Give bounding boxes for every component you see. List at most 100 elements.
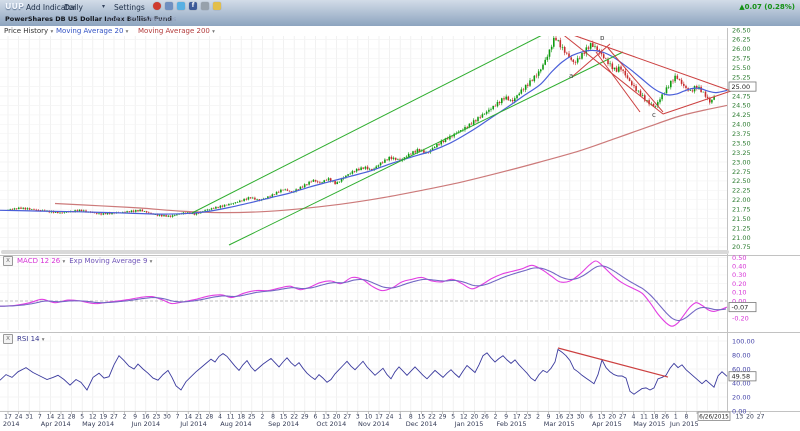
ma200-line [55,105,727,212]
close-macd-button[interactable]: X [3,256,13,266]
caret-down-icon: ▾ [150,259,153,265]
future-week-label: 20 [746,414,754,421]
month-label: Mar 2015 [544,420,575,428]
price-history-dropdown[interactable]: Price History ▾ [4,27,53,35]
month-label: Apr 2014 [41,420,71,428]
ma20-line [0,50,727,214]
month-label: Jun 2014 [130,420,160,428]
symbol-input[interactable]: UUP [5,2,24,11]
week-label: 31 [25,414,33,421]
macd-dropdown[interactable]: MACD 12 26 ▾ [17,257,65,265]
month-label: Dec 2014 [406,420,437,428]
price-tick-label: 25.25 [732,73,751,81]
price-tick-label: 23.75 [732,130,751,138]
caret-down-icon: ▾ [62,259,65,265]
price-tick-label: 22.25 [732,187,751,195]
week-label: 30 [163,414,171,421]
price-tick-label: 26.00 [732,45,751,53]
month-label: Jan 2015 [454,420,484,428]
rsi-line [0,349,727,394]
last-macd-box-text: -0.07 [732,303,749,311]
price-tick-label: 23.50 [732,139,751,147]
mail-icon[interactable] [213,2,221,10]
month-label: 2014 [3,420,20,428]
red-trendline[interactable] [556,29,731,91]
month-label: Jun 2015 [669,420,699,428]
timeframe-select[interactable]: Daily [64,3,83,12]
price-tick-label: 25.50 [732,64,751,72]
month-label: Aug 2014 [220,420,251,428]
macd-panel-header: X MACD 12 26 ▾ Exp Moving Average 9 ▾ [3,256,152,266]
price-tick-label: 22.75 [732,168,751,176]
share-icon[interactable] [165,2,173,10]
series-selector-bar: Price History ▾ Moving Average 20 ▾ Movi… [0,26,727,36]
month-label: May 2014 [82,420,114,428]
red-dot-icon[interactable] [153,2,161,10]
wave-letter-label: c [652,111,656,119]
vertical-gridlines [8,28,718,411]
caret-down-icon: ▾ [50,29,53,35]
week-label: 2 [536,414,540,421]
week-label: 30 [577,414,585,421]
macd-tick-label: 0.30 [732,271,746,279]
price-tick-label: 26.50 [732,26,751,34]
price-tick-label: 20.75 [732,243,751,251]
month-label: Oct 2014 [316,420,346,428]
last-price-box-text: 25.00 [732,83,751,91]
caret-down-icon[interactable]: ▾ [102,3,105,10]
macd-tick-label: 0.50 [732,254,746,262]
camera-icon[interactable] [201,2,209,10]
wave-letter-label: a [569,72,573,80]
month-label: Sep 2014 [268,420,299,428]
social-icon-row: f [153,2,221,10]
chart-canvas[interactable]: abc26.5026.2526.0025.7525.5025.2525.0024… [0,0,800,431]
caret-down-icon: ▾ [126,29,129,35]
price-tick-label: 24.75 [732,92,751,100]
rsi-panel-header: X RSI 14 ▾ [3,334,45,344]
twitter-icon[interactable] [177,2,185,10]
month-label: Apr 2015 [592,420,622,428]
price-tick-label: 21.50 [732,215,751,223]
panel-splitter-scrollbar[interactable] [1,250,729,254]
facebook-icon[interactable]: f [189,2,197,10]
macd-tick-label: 0.10 [732,289,746,297]
macd-tick-label: 0.40 [732,263,746,271]
month-label: Jul 2014 [179,420,206,428]
close-rsi-button[interactable]: X [3,334,13,344]
rsi-red-trendline[interactable] [558,348,668,377]
month-label: Nov 2014 [358,420,389,428]
price-tick-label: 21.75 [732,205,751,213]
macd-signal-line [0,266,726,321]
week-label: 28 [206,414,214,421]
week-label: 29 [439,414,447,421]
rsi-dropdown[interactable]: RSI 14 ▾ [17,335,45,343]
week-label: 29 [301,414,309,421]
current-date-text: 6/26/2015 [699,414,729,420]
price-tick-label: 21.00 [732,234,751,242]
future-week-label: 13 [736,414,744,421]
ma20-dropdown[interactable]: Moving Average 20 ▾ [56,27,128,35]
settings-button[interactable]: Settings [114,3,145,12]
drawings-button[interactable]: Drawings [146,15,176,23]
green-trendline[interactable] [192,27,558,213]
rsi-tick-label: 100.00 [732,337,755,345]
month-label: May 2015 [633,420,665,428]
rsi-tick-label: 80.00 [732,351,751,359]
price-tick-label: 22.50 [732,177,751,185]
charting-app: UUP Add Indicator Daily ▾ Settings f ▲0.… [0,0,800,431]
rsi-tick-label: 20.00 [732,393,751,401]
caret-down-icon: ▾ [42,337,45,343]
price-tick-label: 21.25 [732,224,751,232]
macd-tick-label: -0.20 [732,315,749,323]
ma200-dropdown[interactable]: Moving Average 200 ▾ [138,27,215,35]
week-label: 1 [398,414,402,421]
price-tick-label: 24.00 [732,121,751,129]
macd-signal-dropdown[interactable]: Exp Moving Average 9 ▾ [69,257,152,265]
price-tick-label: 24.50 [732,102,751,110]
horizontal-gridlines [0,30,727,411]
future-week-label: 27 [757,414,765,421]
price-tick-label: 22.00 [732,196,751,204]
green-trendline[interactable] [229,52,623,245]
month-label: Feb 2015 [496,420,526,428]
price-tick-label: 23.25 [732,149,751,157]
